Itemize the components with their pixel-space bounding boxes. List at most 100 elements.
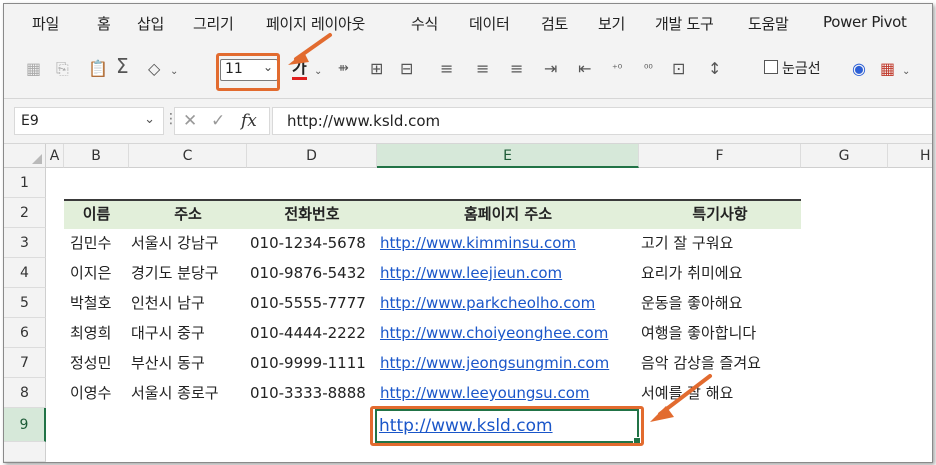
row-header-6[interactable]: 6	[4, 318, 46, 348]
increase-indent-icon[interactable]: ⇥	[544, 59, 557, 79]
row-header-5[interactable]: 5	[4, 288, 46, 318]
number-format-icon[interactable]: ▦	[26, 59, 41, 79]
align-right-icon[interactable]: ≡	[510, 59, 523, 79]
row-header-2[interactable]: 2	[4, 198, 46, 228]
strikethrough-icon[interactable]: ⇻	[338, 59, 349, 79]
row-header-4[interactable]: 4	[4, 258, 46, 288]
insert-function-button[interactable]: fx	[241, 111, 257, 131]
row-header-3[interactable]: 3	[4, 228, 46, 258]
menu-draw[interactable]: 그리기	[193, 13, 234, 34]
gridlines-checkbox[interactable]: 눈금선	[764, 58, 821, 78]
name-box[interactable]: E9 ⌄	[14, 107, 164, 135]
header-phone[interactable]: 전화번호	[247, 199, 377, 229]
table-cell[interactable]: 서울시 강남구	[131, 228, 219, 258]
align-left-icon[interactable]: ≡	[440, 59, 453, 79]
column-header-f[interactable]: F	[639, 144, 801, 168]
column-header-b[interactable]: B	[64, 144, 129, 168]
formula-value: http://www.ksld.com	[287, 112, 441, 130]
hyperlink[interactable]: http://www.leeyoungsu.com	[380, 378, 590, 408]
checkbox-icon	[764, 60, 778, 74]
table-cell[interactable]: 010-9999-1111	[250, 348, 366, 378]
table-cell[interactable]: 인천시 남구	[131, 288, 205, 318]
column-header-d[interactable]: D	[247, 144, 377, 168]
font-color-button[interactable]: 가	[292, 59, 307, 80]
table-cell[interactable]: 음악 감상을 즐겨요	[641, 348, 761, 378]
row-header-9[interactable]: 9	[4, 408, 46, 442]
hyperlink[interactable]: http://www.choiyeonghee.com	[380, 318, 608, 348]
table-cell[interactable]: 010-1234-5678	[250, 228, 366, 258]
table-format-dropdown-icon[interactable]: ⌄	[902, 62, 910, 82]
menu-review[interactable]: 검토	[541, 13, 568, 34]
header-notes[interactable]: 특기사항	[639, 199, 801, 229]
menu-help[interactable]: 도움말	[748, 13, 789, 34]
formula-input[interactable]: http://www.ksld.com	[272, 107, 932, 135]
column-header-c[interactable]: C	[129, 144, 247, 168]
menu-page-layout[interactable]: 페이지 레이아웃	[266, 13, 365, 34]
header-address[interactable]: 주소	[129, 199, 247, 229]
circle-icon[interactable]: ◉	[852, 59, 866, 79]
column-header-g[interactable]: G	[801, 144, 888, 168]
menu-formulas[interactable]: 수식	[411, 13, 438, 34]
table-cell[interactable]: 박철호	[70, 288, 111, 318]
fill-color-dropdown-icon[interactable]: ⌄	[170, 62, 178, 82]
table-cell[interactable]: 고기 잘 구워요	[641, 228, 733, 258]
column-header-e[interactable]: E	[377, 144, 639, 168]
select-all-corner[interactable]	[4, 144, 46, 168]
table-cell[interactable]: 010-5555-7777	[250, 288, 366, 318]
row-header-7[interactable]: 7	[4, 348, 46, 378]
table-cell[interactable]: 부산시 동구	[131, 348, 205, 378]
table-cell[interactable]: 010-3333-8888	[250, 378, 366, 408]
row-height-icon[interactable]: ↕	[708, 59, 721, 79]
table-format-icon[interactable]: ▦	[880, 59, 895, 79]
menu-view[interactable]: 보기	[598, 13, 625, 34]
table-cell[interactable]: 이지은	[70, 258, 111, 288]
table-cell[interactable]: 경기도 분당구	[131, 258, 219, 288]
paste-icon[interactable]: 📋	[88, 59, 108, 79]
fill-color-icon[interactable]: ◇	[148, 59, 160, 79]
decrease-decimal-icon[interactable]: ⁰⁰	[644, 59, 653, 79]
menu-insert[interactable]: 삽입	[137, 13, 164, 34]
table-cell[interactable]: 서예를 잘 해요	[641, 378, 733, 408]
table-cell[interactable]: 정성민	[70, 348, 111, 378]
borders-icon[interactable]: ⊞	[370, 59, 383, 79]
table-cell[interactable]: 서울시 종로구	[131, 378, 219, 408]
font-color-dropdown-icon[interactable]: ⌄	[314, 62, 322, 82]
increase-decimal-icon[interactable]: ⁺⁰	[612, 59, 622, 79]
table-cell[interactable]: 김민수	[70, 228, 111, 258]
table-cell[interactable]: 최영희	[70, 318, 111, 348]
merge-cells-icon[interactable]: ⊡	[672, 59, 685, 79]
menu-power-pivot[interactable]: Power Pivot	[823, 13, 907, 31]
row-header-1[interactable]: 1	[4, 168, 46, 198]
table-cell[interactable]: 요리가 취미에요	[641, 258, 742, 288]
table-cell[interactable]: 010-9876-5432	[250, 258, 366, 288]
hyperlink[interactable]: http://www.kimminsu.com	[380, 228, 576, 258]
menu-data[interactable]: 데이터	[469, 13, 510, 34]
hyperlink[interactable]: http://www.jeongsungmin.com	[380, 348, 609, 378]
menu-developer[interactable]: 개발 도구	[655, 13, 714, 34]
menu-home[interactable]: 홈	[97, 13, 111, 34]
align-center-icon[interactable]: ≡	[476, 59, 489, 79]
table-cell[interactable]: 010-4444-2222	[250, 318, 366, 348]
column-header-h[interactable]: H	[888, 144, 932, 168]
confirm-icon[interactable]: ✓	[211, 111, 225, 131]
column-header-a[interactable]: A	[46, 144, 64, 168]
cancel-icon[interactable]: ✕	[183, 111, 197, 131]
header-homepage[interactable]: 홈페이지 주소	[377, 199, 639, 229]
table-cell[interactable]: 운동을 좋아해요	[641, 288, 742, 318]
decrease-indent-icon[interactable]: ⇤	[578, 59, 591, 79]
font-size-highlight-box	[216, 53, 280, 91]
formula-bar: E9 ⌄ ⋮ ✕ ✓ fx http://www.ksld.com	[4, 99, 932, 144]
autosum-icon[interactable]: Σ	[116, 56, 129, 76]
menu-file[interactable]: 파일	[32, 13, 59, 34]
row-header-10[interactable]	[4, 442, 46, 462]
table-cell[interactable]: 이영수	[70, 378, 111, 408]
row-header-8[interactable]: 8	[4, 378, 46, 408]
hyperlink[interactable]: http://www.leejieun.com	[380, 258, 562, 288]
table-cell[interactable]: 여행을 좋아합니다	[641, 318, 756, 348]
all-borders-icon[interactable]: ⊟	[400, 59, 413, 79]
table-cell[interactable]: 대구시 중구	[131, 318, 205, 348]
paste-formula-icon[interactable]: ⎘	[56, 59, 69, 79]
header-name[interactable]: 이름	[64, 199, 129, 229]
hyperlink[interactable]: http://www.parkcheolho.com	[380, 288, 595, 318]
arrowhead-icon	[650, 406, 674, 422]
